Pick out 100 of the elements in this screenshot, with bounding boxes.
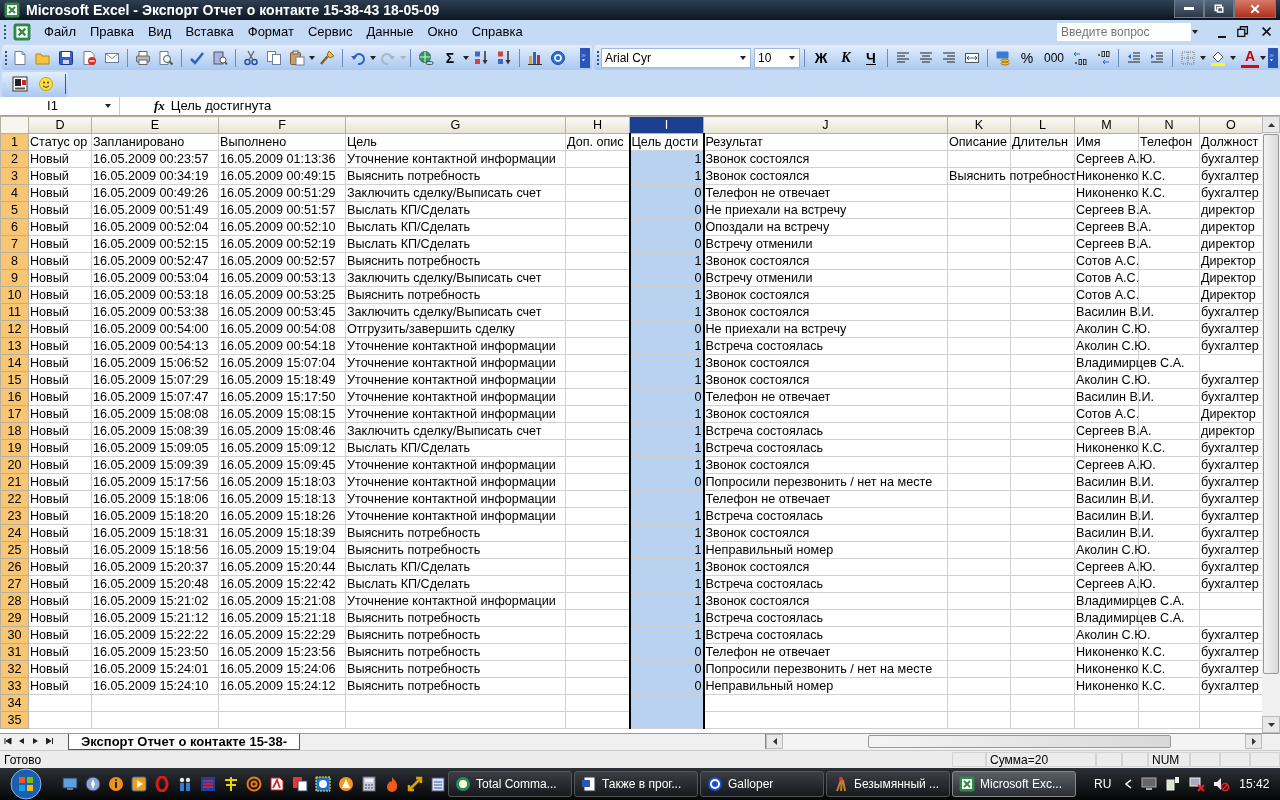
restore-button[interactable] xyxy=(1204,0,1234,18)
notepad-icon[interactable] xyxy=(430,776,446,792)
underline-button[interactable]: Ч xyxy=(859,46,883,69)
menu-item[interactable]: Файл xyxy=(37,21,83,43)
help-search-field[interactable]: Введите вопрос xyxy=(1056,22,1192,42)
toolbar-options-icon[interactable] xyxy=(1268,47,1278,68)
taskbar-button[interactable]: Безымянный ... xyxy=(826,771,950,797)
smiley-icon[interactable] xyxy=(37,76,54,92)
close-icon[interactable] xyxy=(1260,25,1274,39)
thousands-button[interactable]: 000 xyxy=(1040,46,1068,69)
menu-item[interactable]: Вид xyxy=(140,21,179,43)
menu-item[interactable]: Сервис xyxy=(300,21,360,43)
first-sheet-icon[interactable] xyxy=(4,738,12,745)
new-document-icon[interactable] xyxy=(12,49,28,66)
monitor-icon[interactable] xyxy=(62,776,78,792)
logo-icon[interactable] xyxy=(11,76,28,92)
sheet-tab[interactable]: Экспорт Отчет о контакте 15-38- xyxy=(68,734,300,750)
column-header[interactable]: O xyxy=(1199,116,1262,134)
spiral-icon[interactable] xyxy=(246,776,262,792)
language-indicator[interactable]: RU xyxy=(1094,775,1112,793)
sort-descending-icon[interactable] xyxy=(496,49,512,66)
monitor-icon[interactable] xyxy=(1141,776,1158,792)
scrollbar-thumb[interactable] xyxy=(1263,134,1279,674)
square-icon[interactable] xyxy=(315,776,331,792)
save-icon[interactable] xyxy=(58,49,74,66)
cone-icon[interactable] xyxy=(338,776,354,792)
taskbar-button[interactable]: Microsoft Exc... xyxy=(952,771,1076,797)
caret-icon[interactable] xyxy=(1230,55,1236,60)
brush-icon[interactable] xyxy=(319,49,335,66)
caret-icon[interactable] xyxy=(740,55,746,60)
people-icon[interactable] xyxy=(177,776,193,792)
print-icon[interactable] xyxy=(135,49,151,66)
chart-icon[interactable] xyxy=(527,49,543,66)
next-sheet-icon[interactable] xyxy=(32,738,40,745)
document-block-icon[interactable] xyxy=(81,49,97,66)
menu-item[interactable]: Данные xyxy=(359,21,421,43)
column-header[interactable]: D xyxy=(28,116,92,134)
calculator-icon[interactable] xyxy=(361,776,377,792)
scroll-left-button[interactable] xyxy=(766,734,783,749)
print-preview-icon[interactable] xyxy=(158,49,174,66)
pdf-icon[interactable] xyxy=(269,776,285,792)
column-header[interactable]: K xyxy=(947,116,1011,134)
caret-icon[interactable] xyxy=(463,55,469,60)
bold-button[interactable]: Ж xyxy=(809,46,833,69)
align-left-icon[interactable] xyxy=(895,49,911,66)
italic-button[interactable]: К xyxy=(834,46,858,69)
increase-indent-icon[interactable] xyxy=(1149,49,1165,66)
restore-icon[interactable] xyxy=(1236,25,1250,39)
taskbar-button[interactable]: Galloper xyxy=(700,771,824,797)
column-header[interactable]: I xyxy=(629,116,704,134)
menu-item[interactable]: Вставка xyxy=(178,21,241,43)
caret-icon[interactable] xyxy=(105,104,111,108)
menu-item[interactable]: Формат xyxy=(240,21,301,43)
speaker-icon[interactable] xyxy=(1213,776,1230,792)
sort-ascending-icon[interactable] xyxy=(473,49,489,66)
font-name-field[interactable]: Arial Cyr xyxy=(601,47,751,68)
column-header[interactable]: J xyxy=(703,116,948,134)
name-box[interactable]: I1 xyxy=(0,97,120,115)
character-icon[interactable] xyxy=(223,776,239,792)
previous-sheet-icon[interactable] xyxy=(18,738,26,745)
taskbar-button[interactable]: Также в прог... xyxy=(574,771,698,797)
currency-icon[interactable] xyxy=(995,49,1011,66)
menu-item[interactable]: Окно xyxy=(420,21,465,43)
spreadsheet-icon[interactable] xyxy=(13,23,31,41)
caret-icon[interactable] xyxy=(309,55,315,60)
caret-icon[interactable] xyxy=(789,55,795,60)
network-icon[interactable] xyxy=(1189,776,1206,792)
floppy-icon[interactable] xyxy=(200,776,216,792)
scroll-down-button[interactable] xyxy=(1262,716,1280,733)
chevron-icon[interactable] xyxy=(1125,779,1134,789)
play-icon[interactable] xyxy=(131,776,147,792)
scrollbar-thumb[interactable] xyxy=(868,735,1171,748)
insert-function-button[interactable]: fx xyxy=(154,96,165,116)
font-size-field[interactable]: 10 xyxy=(754,47,800,68)
toolbar-grip[interactable] xyxy=(4,48,8,67)
decrease-indent-icon[interactable] xyxy=(1126,49,1142,66)
compass-icon[interactable] xyxy=(85,776,101,792)
ring-icon[interactable] xyxy=(154,776,170,792)
copy-icon[interactable] xyxy=(266,49,282,66)
arrows-icon[interactable] xyxy=(407,776,423,792)
scroll-up-button[interactable] xyxy=(1262,116,1280,133)
caret-icon[interactable] xyxy=(370,55,376,60)
column-header[interactable]: F xyxy=(218,116,346,134)
decrease-decimal-icon[interactable] xyxy=(1095,49,1111,66)
fill-color-icon[interactable] xyxy=(1210,49,1226,66)
autosum-button[interactable]: Σ xyxy=(438,46,462,69)
paste-icon[interactable] xyxy=(289,49,305,66)
info-icon[interactable] xyxy=(108,776,124,792)
globe-icon[interactable] xyxy=(418,49,434,66)
caret-icon[interactable] xyxy=(1192,30,1198,34)
cut-icon[interactable] xyxy=(243,49,259,66)
column-header[interactable]: E xyxy=(91,116,219,134)
menu-item[interactable]: Справка xyxy=(464,21,530,43)
column-header[interactable]: N xyxy=(1138,116,1200,134)
percent-button[interactable]: % xyxy=(1015,46,1039,69)
close-button[interactable] xyxy=(1234,0,1276,18)
menu-item[interactable]: Правка xyxy=(82,21,141,43)
clock[interactable]: 15:42 xyxy=(1239,775,1270,793)
start-button[interactable] xyxy=(10,768,42,800)
minimize-button[interactable] xyxy=(1174,0,1204,18)
